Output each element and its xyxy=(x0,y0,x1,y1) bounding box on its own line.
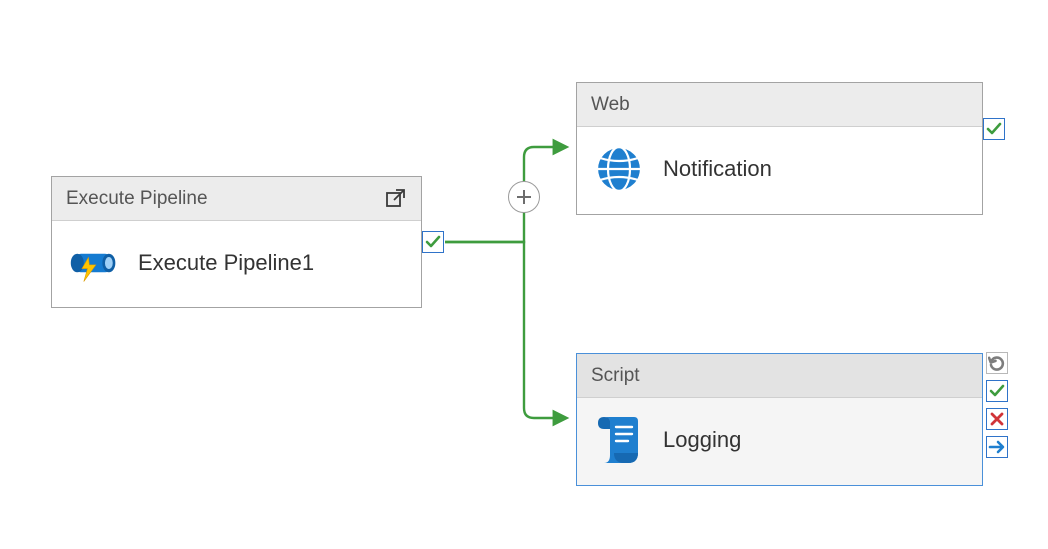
dependency-completion-handle[interactable] xyxy=(986,352,1008,374)
activity-body: Logging xyxy=(577,398,982,484)
activity-body: Notification xyxy=(577,127,982,213)
dependency-skip-handle[interactable] xyxy=(986,436,1008,458)
connector-exec-to-script xyxy=(445,242,566,418)
activity-type-label: Execute Pipeline xyxy=(66,177,208,221)
activity-header: Script xyxy=(577,354,982,398)
dependency-success-handle[interactable] xyxy=(983,118,1005,140)
add-activity-button[interactable] xyxy=(508,181,540,213)
open-external-icon[interactable] xyxy=(383,187,407,211)
connector-exec-to-web xyxy=(445,147,566,242)
pipeline-icon xyxy=(68,237,120,289)
dependency-failure-handle[interactable] xyxy=(986,408,1008,430)
dependency-success-handle[interactable] xyxy=(422,231,444,253)
activity-execute-pipeline[interactable]: Execute Pipeline xyxy=(51,176,422,308)
activity-name: Notification xyxy=(663,156,772,182)
pipeline-canvas[interactable]: Execute Pipeline xyxy=(0,0,1048,549)
activity-script[interactable]: Script Logging xyxy=(576,353,983,486)
activity-type-label: Web xyxy=(591,83,630,127)
activity-name: Execute Pipeline1 xyxy=(138,250,314,276)
globe-icon xyxy=(593,143,645,195)
activity-type-label: Script xyxy=(591,354,640,398)
activity-header: Execute Pipeline xyxy=(52,177,421,221)
activity-web[interactable]: Web Notification xyxy=(576,82,983,215)
activity-header: Web xyxy=(577,83,982,127)
script-icon xyxy=(593,414,645,466)
dependency-success-handle[interactable] xyxy=(986,380,1008,402)
dependency-handles-rail xyxy=(986,352,1008,458)
activity-name: Logging xyxy=(663,427,741,453)
activity-body: Execute Pipeline1 xyxy=(52,221,421,307)
